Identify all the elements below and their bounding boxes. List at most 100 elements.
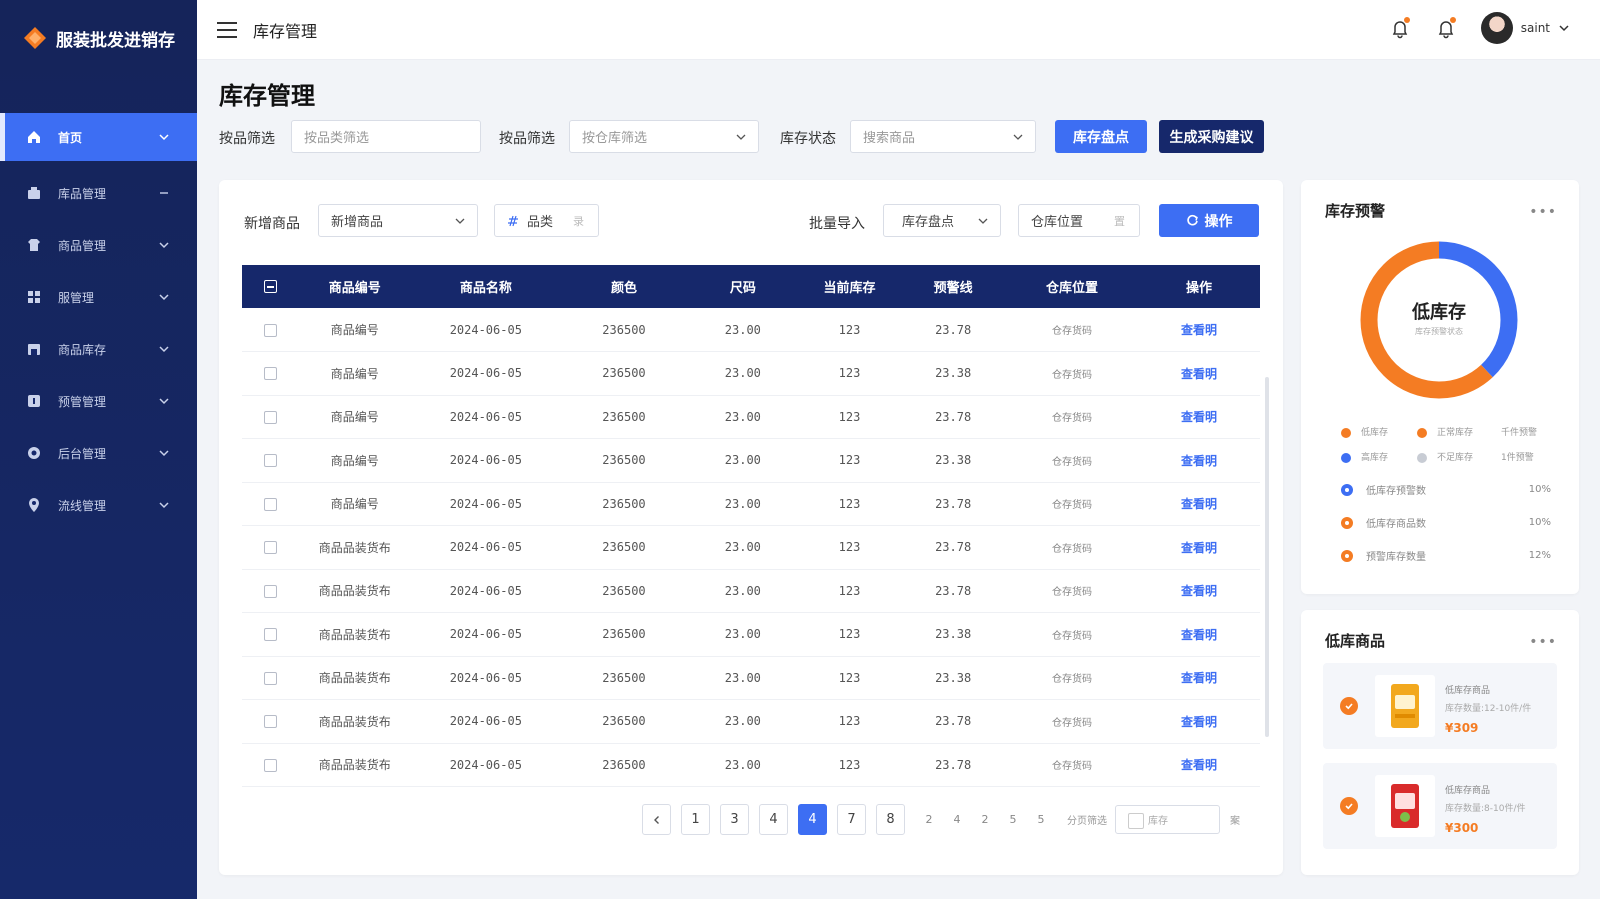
table-cell: 仓存货码 — [1052, 500, 1092, 512]
row-checkbox[interactable] — [263, 628, 277, 642]
avatar[interactable] — [1480, 12, 1513, 44]
inventory-check-button[interactable]: 库存盘点 — [1055, 120, 1147, 153]
goto-page-input[interactable]: 库存 — [1115, 805, 1220, 834]
sidebar-item-5[interactable]: 预管管理 — [0, 377, 197, 425]
view-detail-link[interactable]: 查看明 — [1138, 743, 1260, 787]
row-checkbox[interactable] — [263, 410, 277, 424]
page-button[interactable]: 1 — [681, 804, 710, 835]
row-checkbox[interactable] — [263, 323, 277, 337]
table-row[interactable]: 商品品装货布 2024-06-05 236500 23.00 123 23.38 仓存货码 查… — [242, 613, 1260, 657]
page-button[interactable]: 7 — [837, 804, 866, 835]
row-select-cell[interactable] — [242, 395, 299, 439]
view-detail-link[interactable]: 查看明 — [1138, 526, 1260, 570]
row-select-cell[interactable] — [242, 613, 299, 657]
message-bell-icon[interactable] — [1435, 17, 1457, 39]
brand[interactable]: 服装批发进销存 — [0, 0, 197, 76]
table-row[interactable]: 商品品装货布 2024-06-05 236500 23.00 123 23.38 仓存货码 查… — [242, 656, 1260, 700]
col-header[interactable]: 预警线 — [900, 265, 1006, 308]
view-detail-link[interactable]: 查看明 — [1138, 569, 1260, 613]
col-header[interactable]: 当前库存 — [799, 265, 901, 308]
sidebar-item-1[interactable]: 库品管理 — [0, 169, 197, 217]
low-stock-item[interactable]: 低库存商品 库存数量:8-10件/件 ¥300 — [1323, 763, 1557, 849]
sidebar-item-2[interactable]: 商品管理 — [0, 221, 197, 269]
page-button[interactable]: 4 — [798, 804, 827, 835]
table-row[interactable]: 商品品装货布 2024-06-05 236500 23.00 123 23.78 仓存货码 查… — [242, 526, 1260, 570]
more-icon[interactable]: ••• — [1529, 204, 1557, 220]
col-header[interactable]: 尺码 — [687, 265, 799, 308]
view-detail-link[interactable]: 查看明 — [1138, 308, 1260, 352]
view-detail-link[interactable]: 查看明 — [1138, 482, 1260, 526]
view-detail-link[interactable]: 查看明 — [1138, 613, 1260, 657]
row-checkbox[interactable] — [263, 715, 277, 729]
row-checkbox[interactable] — [263, 758, 277, 772]
row-select-cell[interactable] — [242, 656, 299, 700]
sidebar-item-4[interactable]: 商品库存 — [0, 325, 197, 373]
prev-page-button[interactable] — [642, 804, 671, 835]
check-icon[interactable] — [1340, 797, 1358, 815]
row-checkbox[interactable] — [263, 671, 277, 685]
page-link[interactable]: 2 — [971, 813, 999, 826]
low-stock-item[interactable]: 低库存商品 库存数量:12-10件/件 ¥309 — [1323, 663, 1557, 749]
row-select-cell[interactable] — [242, 700, 299, 744]
select-all-checkbox[interactable] — [263, 280, 277, 293]
sidebar-item-0[interactable]: 首页 — [0, 113, 197, 161]
table-row[interactable]: 商品品装货布 2024-06-05 236500 23.00 123 23.78 仓存货码 查… — [242, 569, 1260, 613]
view-detail-link[interactable]: 查看明 — [1138, 395, 1260, 439]
warehouse-location-button[interactable]: 仓库位置 置 — [1018, 204, 1140, 237]
page-link[interactable]: 5 — [1027, 813, 1055, 826]
table-row[interactable]: 商品品装货布 2024-06-05 236500 23.00 123 23.78 仓存货码 查… — [242, 743, 1260, 787]
row-select-cell[interactable] — [242, 482, 299, 526]
sidebar-item-3[interactable]: 服管理 — [0, 273, 197, 321]
table-scrollbar[interactable] — [1265, 377, 1269, 737]
view-detail-link[interactable]: 查看明 — [1138, 352, 1260, 396]
row-checkbox[interactable] — [263, 454, 277, 468]
row-checkbox[interactable] — [263, 497, 277, 511]
warehouse-filter-select[interactable]: 按仓库筛选 — [569, 120, 759, 153]
row-checkbox[interactable] — [263, 541, 277, 555]
batch-import-select[interactable]: 库存盘点 — [883, 204, 1001, 237]
table-row[interactable]: 商品编号 2024-06-05 236500 23.00 123 23.38 仓存货码 查看明 — [242, 352, 1260, 396]
col-header[interactable]: 颜色 — [561, 265, 687, 308]
page-link[interactable]: 5 — [999, 813, 1027, 826]
col-header[interactable]: 仓库位置 — [1006, 265, 1138, 308]
menu-toggle-icon[interactable] — [217, 21, 237, 38]
table-row[interactable]: 商品品装货布 2024-06-05 236500 23.00 123 23.78 仓存货码 查… — [242, 700, 1260, 744]
page-button[interactable]: 8 — [876, 804, 905, 835]
row-select-cell[interactable] — [242, 308, 299, 352]
check-icon[interactable] — [1340, 697, 1358, 715]
add-product-select[interactable]: 新增商品 — [318, 204, 478, 237]
username[interactable]: saint — [1521, 21, 1550, 35]
more-icon[interactable]: ••• — [1529, 634, 1557, 650]
select-all-cell[interactable] — [242, 265, 299, 308]
row-select-cell[interactable] — [242, 569, 299, 613]
chevron-down-icon[interactable] — [1558, 22, 1570, 34]
category-button[interactable]: 品类 录 — [494, 204, 599, 237]
table-row[interactable]: 商品编号 2024-06-05 236500 23.00 123 23.78 仓存货码 查看明 — [242, 482, 1260, 526]
page-button[interactable]: 4 — [759, 804, 788, 835]
page-link[interactable]: 2 — [915, 813, 943, 826]
status-filter-select[interactable]: 搜索商品 — [850, 120, 1036, 153]
page-link[interactable]: 4 — [943, 813, 971, 826]
sidebar-item-7[interactable]: 流线管理 — [0, 481, 197, 529]
col-header[interactable]: 商品编号 — [299, 265, 411, 308]
view-detail-link[interactable]: 查看明 — [1138, 656, 1260, 700]
row-select-cell[interactable] — [242, 743, 299, 787]
col-header[interactable]: 商品名称 — [411, 265, 561, 308]
operation-button[interactable]: 操作 — [1159, 204, 1259, 237]
sidebar-item-6[interactable]: 后台管理 — [0, 429, 197, 477]
view-detail-link[interactable]: 查看明 — [1138, 439, 1260, 483]
table-row[interactable]: 商品编号 2024-06-05 236500 23.00 123 23.78 仓存货码 查看明 — [242, 395, 1260, 439]
col-header[interactable]: 操作 — [1138, 265, 1260, 308]
row-checkbox[interactable] — [263, 584, 277, 598]
category-filter-input[interactable]: 按品类筛选 — [291, 120, 481, 153]
row-select-cell[interactable] — [242, 439, 299, 483]
row-checkbox[interactable] — [263, 367, 277, 381]
generate-purchase-button[interactable]: 生成采购建议 — [1159, 120, 1264, 153]
table-row[interactable]: 商品编号 2024-06-05 236500 23.00 123 23.78 仓存货码 查看明 — [242, 308, 1260, 352]
row-select-cell[interactable] — [242, 352, 299, 396]
page-button[interactable]: 3 — [720, 804, 749, 835]
notification-bell-icon[interactable] — [1389, 17, 1411, 39]
table-row[interactable]: 商品编号 2024-06-05 236500 23.00 123 23.38 仓存货码 查看明 — [242, 439, 1260, 483]
row-select-cell[interactable] — [242, 526, 299, 570]
view-detail-link[interactable]: 查看明 — [1138, 700, 1260, 744]
